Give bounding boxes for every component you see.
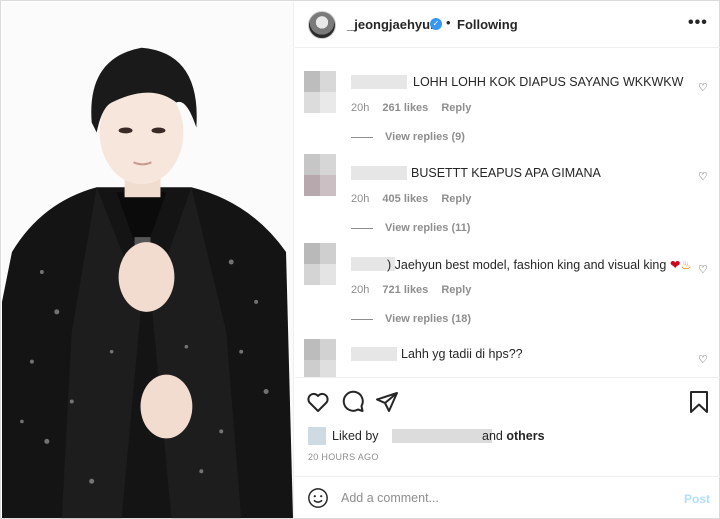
commenter-avatar[interactable] [304, 154, 336, 196]
author-avatar[interactable] [308, 11, 336, 39]
bookmark-icon[interactable] [687, 390, 711, 414]
comment-time[interactable]: 20h [351, 284, 369, 296]
and-others[interactable]: and others [482, 429, 545, 443]
reply-button[interactable]: Reply [441, 284, 471, 296]
comment-text: LOHH LOHH KOK DIAPUS SAYANG WKKWKW [413, 75, 684, 89]
reply-button[interactable]: Reply [441, 193, 471, 205]
reply-button[interactable]: Reply [441, 102, 471, 114]
view-replies-label: View replies (18) [385, 313, 472, 325]
comments-list[interactable]: LOHH LOHH KOK DIAPUS SAYANG WKKWKW 20h 2… [295, 49, 720, 377]
liked-by-label: Liked by [332, 429, 379, 443]
header-separator: • [446, 15, 451, 30]
comment-time[interactable]: 20h [351, 102, 369, 114]
comment-meta: 20h 261 likes Reply [351, 102, 481, 114]
post-detail-panel: _jeongjaehyun ✓ • Following ••• LOHH LOH… [295, 2, 720, 519]
author-username[interactable]: _jeongjaehyun [347, 17, 438, 32]
comment-likes[interactable]: 405 likes [382, 193, 428, 205]
commenter-name-blurred[interactable] [351, 166, 407, 180]
liked-by-row: Liked by and others [308, 427, 708, 445]
post-actions-bar [295, 377, 720, 423]
comment-icon[interactable] [341, 390, 365, 414]
verified-badge-icon: ✓ [430, 18, 442, 30]
comment-like-icon[interactable]: ♡ [698, 81, 708, 94]
comment-meta: 20h 405 likes Reply [351, 193, 481, 205]
comment-text: Lahh yg tadii di hps?? [401, 347, 523, 361]
comment-input[interactable] [341, 489, 671, 507]
commenter-name-blurred[interactable] [351, 75, 407, 89]
heart-icon[interactable] [306, 390, 330, 414]
fire-emoji: ♨ [680, 258, 692, 272]
more-options-icon[interactable]: ••• [688, 14, 708, 32]
share-icon[interactable] [375, 390, 399, 414]
comment-like-icon[interactable]: ♡ [698, 170, 708, 183]
post-comment-button[interactable]: Post [684, 492, 710, 506]
view-replies-label: View replies (11) [385, 222, 471, 234]
comment-likes[interactable]: 721 likes [382, 284, 428, 296]
post-photo-illustration [2, 2, 293, 519]
view-replies-button[interactable]: View replies (18) [351, 313, 471, 325]
commenter-name-blurred[interactable] [351, 347, 397, 361]
others-link[interactable]: others [506, 429, 544, 443]
post-timestamp[interactable]: 20 HOURS AGO [308, 452, 379, 462]
post-photo[interactable] [2, 2, 294, 519]
comment-like-icon[interactable]: ♡ [698, 263, 708, 276]
red-heart-emoji: ❤ [669, 258, 681, 272]
view-replies-button[interactable]: View replies (9) [351, 131, 465, 143]
post-header: _jeongjaehyun ✓ • Following ••• [295, 2, 720, 48]
comment-like-icon[interactable]: ♡ [698, 353, 708, 366]
comment-likes[interactable]: 261 likes [382, 102, 428, 114]
following-button[interactable]: Following [457, 17, 518, 32]
instagram-post-window: _jeongjaehyun ✓ • Following ••• LOHH LOH… [0, 0, 720, 519]
comment-time[interactable]: 20h [351, 193, 369, 205]
comment-text: ) Jaehyun best model, fashion king and v… [387, 258, 692, 272]
liker-avatar[interactable] [308, 427, 326, 445]
commenter-avatar[interactable] [304, 243, 336, 285]
smiley-icon[interactable] [307, 487, 329, 509]
commenter-avatar[interactable] [304, 71, 336, 113]
comment-meta: 20h 721 likes Reply [351, 284, 481, 296]
liker-name-blurred[interactable] [392, 429, 492, 443]
view-replies-button[interactable]: View replies (11) [351, 222, 470, 234]
comment-text: BUSETTT KEAPUS APA GIMANA [411, 166, 601, 180]
view-replies-label: View replies (9) [385, 131, 465, 143]
commenter-avatar[interactable] [304, 339, 336, 377]
add-comment-bar: Post [295, 476, 720, 519]
